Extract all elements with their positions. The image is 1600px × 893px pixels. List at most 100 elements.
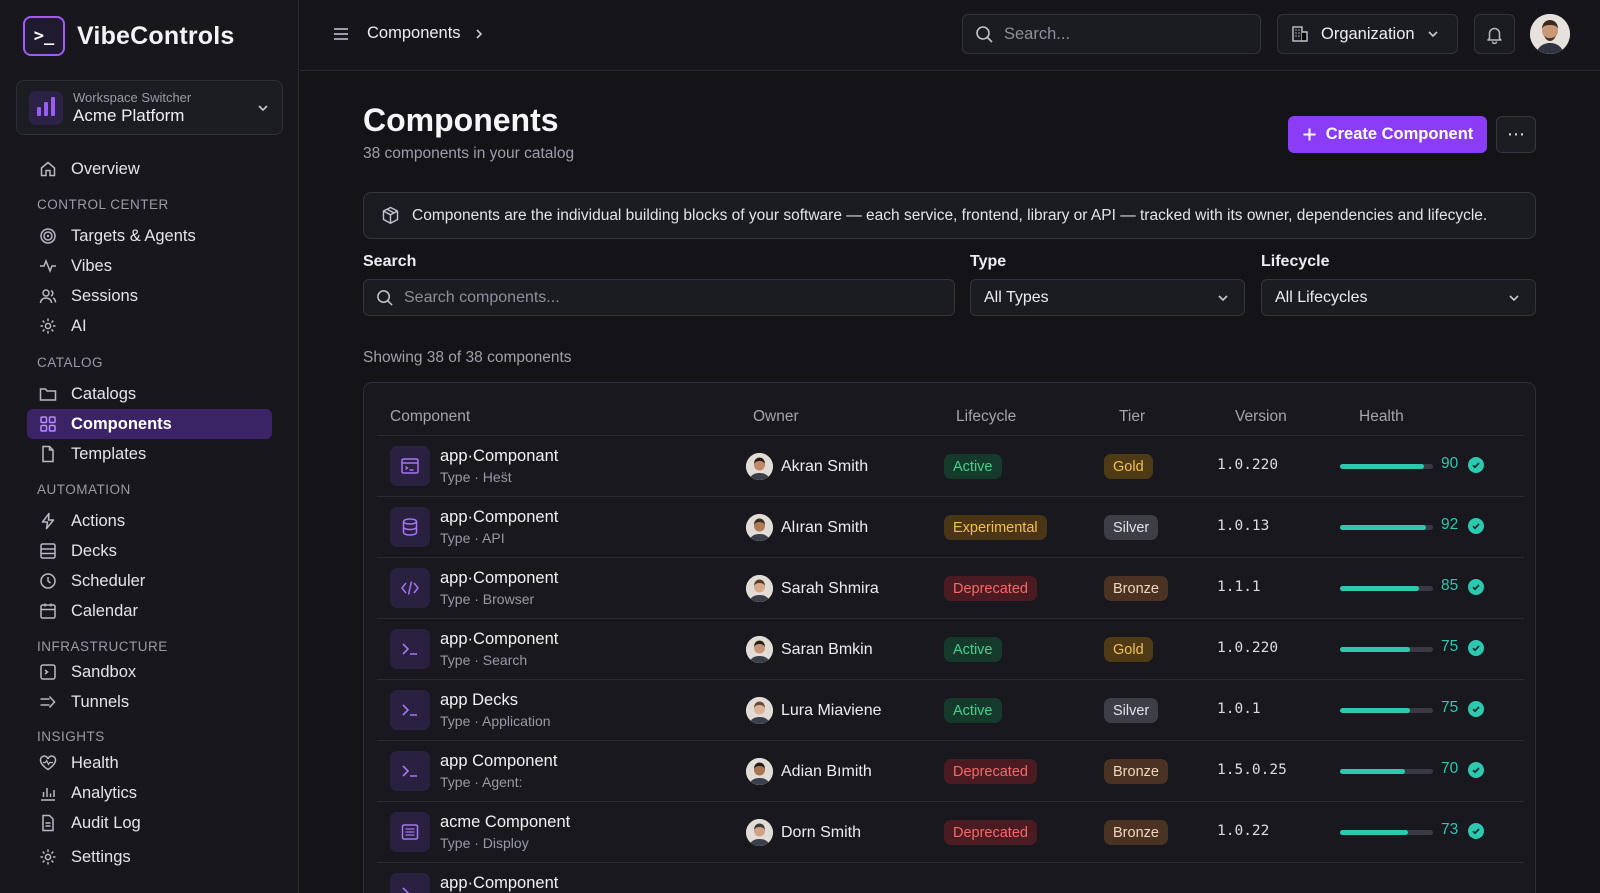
user-avatar[interactable] [1530,14,1570,54]
sidebar-item-settings[interactable]: Settings [27,842,272,872]
component-search-input[interactable]: Search components... [363,279,955,316]
column-header-tier[interactable]: Tier [1119,408,1145,426]
more-options-button[interactable]: ⋯ [1496,116,1536,153]
workspace-switcher[interactable]: Workspace Switcher Acme Platform [16,80,283,135]
notifications-button[interactable] [1474,14,1515,54]
workspace-label: Workspace Switcher [73,89,192,105]
component-name[interactable]: acme Component [440,813,570,832]
sidebar-item-templates[interactable]: Templates [27,439,272,469]
sidebar-item-ai[interactable]: AI [27,311,272,341]
owner-cell[interactable]: Dorn Smith [746,819,861,846]
table-row[interactable]: app Decks Type · Application Lura Miaviene… [377,679,1524,741]
owner-avatar [746,453,773,480]
sandbox-icon [38,662,58,682]
component-name[interactable]: app·Component [440,569,558,588]
sidebar-item-label: Sessions [71,286,138,305]
sidebar-item-components[interactable]: Components [27,409,272,439]
version: 1.5.0.25 [1217,762,1287,778]
owner-cell[interactable]: Saran Bmkin [746,636,873,663]
global-search-input[interactable]: Search... [962,14,1261,54]
column-header-owner[interactable]: Owner [753,408,799,426]
sidebar-item-actions[interactable]: Actions [27,506,272,536]
section-heading-insights: INSIGHTS [37,729,105,744]
info-banner: Components are the individual building b… [363,192,1536,239]
owner-cell[interactable]: Akran Smith [746,453,868,480]
grid-icon [38,414,58,434]
check-circle-icon [1468,640,1484,656]
sidebar-item-label: Decks [71,541,117,560]
terminal-icon [390,690,430,730]
lifecycle-badge: Experimental [944,515,1047,540]
table-row[interactable]: app Component Type · Agent: Adian Bımith De… [377,740,1524,802]
component-name[interactable]: app Decks [440,691,518,710]
menu-icon[interactable] [331,24,351,44]
lifecycle-select[interactable]: All Lifecycles [1261,279,1536,316]
component-name[interactable]: app·Componant [440,447,558,466]
health-score: 85 [1441,577,1459,594]
sidebar-item-audit-log[interactable]: Audit Log [27,808,272,838]
sidebar-item-sandbox[interactable]: Sandbox [27,657,272,687]
sidebar-item-label: Catalogs [71,384,137,403]
type-select[interactable]: All Types [970,279,1245,316]
owner-cell[interactable]: Lura Miaviene [746,697,882,724]
owner-name: Saran Bmkin [781,640,873,658]
sidebar-item-sessions[interactable]: Sessions [27,281,272,311]
sidebar-item-targets-agents[interactable]: Targets & Agents [27,221,272,251]
breadcrumb-item[interactable]: Components [367,24,461,43]
sidebar-item-analytics[interactable]: Analytics [27,778,272,808]
component-name[interactable]: app·Component [440,630,558,649]
sidebar-item-catalogs[interactable]: Catalogs [27,379,272,409]
search-placeholder: Search... [1004,24,1071,43]
chevron-down-icon [256,101,270,115]
table-row[interactable]: app·Component Type · Browser Sarah Shmira D… [377,557,1524,619]
component-name[interactable]: app·Component [440,508,558,527]
check-circle-icon [1468,701,1484,717]
sidebar-item-tunnels[interactable]: Tunnels [27,687,272,717]
gear-icon [38,847,58,867]
table-row[interactable]: app·Component [377,862,1524,893]
owner-avatar [746,514,773,541]
component-name[interactable]: app Component [440,752,557,771]
column-header-component[interactable]: Component [390,408,470,426]
search-filter-label: Search [363,253,417,270]
sidebar-item-overview[interactable]: Overview [27,154,272,184]
column-header-health[interactable]: Health [1359,408,1404,426]
table-row[interactable]: acme Component Type · Disploy Dorn Smith De… [377,801,1524,863]
activity-icon [38,256,58,276]
sidebar-item-label: Overview [71,159,140,178]
app-name: VibeControls [77,21,235,50]
owner-name: Alıran Smith [781,518,869,536]
terminal-icon [390,751,430,791]
tier-badge: Bronze [1104,820,1168,845]
search-icon [975,25,994,44]
section-heading-infrastructure: INFRASTRUCTURE [37,639,168,654]
column-header-lifecycle[interactable]: Lifecycle [956,408,1016,426]
table-row[interactable]: app·Component Type · API Alıran Smith Exper… [377,496,1524,558]
sidebar-item-health[interactable]: Health [27,748,272,778]
health-bar [1340,525,1433,530]
component-type: Type · Disploy [440,835,529,851]
owner-cell[interactable]: Adian Bımith [746,758,872,785]
table-row[interactable]: app·Component Type · Search Saran Bmkin Act… [377,618,1524,680]
sidebar-item-scheduler[interactable]: Scheduler [27,566,272,596]
layers-icon [38,541,58,561]
owner-avatar [746,575,773,602]
organization-select[interactable]: Organization [1277,14,1458,54]
owner-cell[interactable]: Alıran Smith [746,514,868,541]
create-component-button[interactable]: Create Component [1288,116,1487,153]
app-logo[interactable]: >_ VibeControls [23,16,235,56]
sidebar-item-vibes[interactable]: Vibes [27,251,272,281]
component-name[interactable]: app·Component [440,874,558,893]
owner-avatar [746,697,773,724]
column-header-version[interactable]: Version [1235,408,1287,426]
create-component-label: Create Component [1325,125,1474,143]
owner-cell[interactable]: Sarah Shmira [746,575,879,602]
section-heading-automation: AUTOMATION [37,482,131,497]
bolt-icon [38,511,58,531]
organization-label: Organization [1321,24,1415,43]
table-row[interactable]: app·Componant Type · Hes̈t Akran Smith Acti… [377,435,1524,497]
health-bar-fill [1340,525,1426,530]
health-bar [1340,464,1433,469]
sidebar-item-calendar[interactable]: Calendar [27,596,272,626]
sidebar-item-decks[interactable]: Decks [27,536,272,566]
